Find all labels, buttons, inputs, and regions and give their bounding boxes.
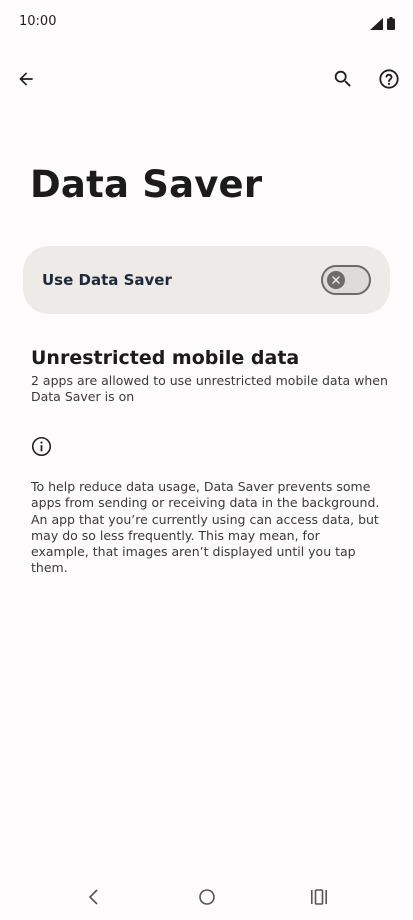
search-icon (334, 70, 351, 87)
back-button[interactable] (6, 59, 46, 99)
status-icons (370, 15, 395, 34)
nav-home-icon (199, 889, 215, 905)
unrestricted-summary: 2 apps are allowed to use unrestricted m… (31, 373, 388, 404)
nav-back-button[interactable] (76, 882, 112, 912)
data-saver-toggle[interactable] (321, 265, 371, 295)
help-icon (379, 69, 399, 89)
status-time: 10:00 (19, 14, 57, 29)
signal-icon (370, 15, 383, 34)
use-data-saver-label: Use Data Saver (42, 271, 172, 289)
search-button[interactable] (323, 59, 363, 99)
close-icon (332, 276, 340, 284)
nav-home-button[interactable] (189, 882, 225, 912)
arrow-back-icon (19, 72, 33, 86)
nav-recents-icon (311, 889, 327, 905)
info-icon (31, 436, 52, 457)
battery-icon (387, 15, 395, 34)
help-button[interactable] (369, 59, 409, 99)
nav-recents-button[interactable] (301, 882, 337, 912)
status-bar: 10:00 (0, 0, 413, 46)
navigation-bar (0, 872, 413, 920)
unrestricted-mobile-data-item[interactable]: Unrestricted mobile data 2 apps are allo… (31, 346, 391, 405)
unrestricted-title: Unrestricted mobile data (31, 347, 300, 369)
use-data-saver-switch-card[interactable]: Use Data Saver (23, 246, 390, 314)
page-title: Data Saver (30, 163, 263, 206)
footer-description: To help reduce data usage, Data Saver pr… (31, 479, 380, 576)
toggle-thumb (327, 271, 345, 289)
nav-back-icon (88, 889, 98, 905)
